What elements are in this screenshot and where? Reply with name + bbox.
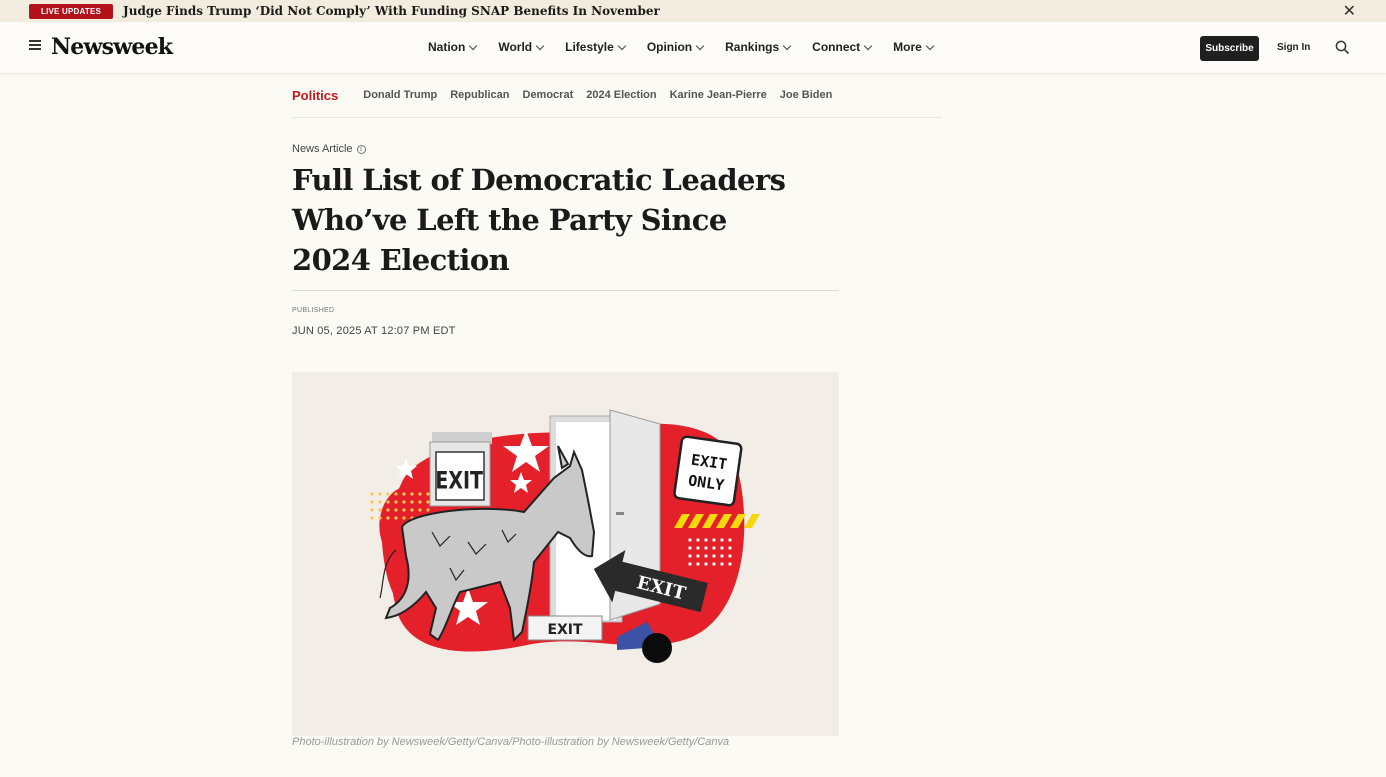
section-link-politics[interactable]: Politics bbox=[292, 88, 338, 103]
nav-item-label: Opinion bbox=[646, 40, 693, 54]
live-updates-badge: LIVE UPDATES bbox=[29, 3, 114, 19]
search-icon[interactable] bbox=[1335, 40, 1349, 54]
chevron-down-icon bbox=[695, 41, 705, 50]
article-title: Full List of Democratic Leaders Who’ve L… bbox=[292, 163, 786, 277]
nav-item-label: Connect bbox=[812, 40, 861, 54]
tag-link[interactable]: Republican bbox=[450, 89, 509, 101]
nav-item-rankings[interactable]: Rankings bbox=[725, 40, 792, 54]
tag-link[interactable]: Karine Jean-Pierre bbox=[670, 89, 767, 101]
article-type-label: News Article i bbox=[292, 143, 366, 155]
site-header: Newsweek Nation World Lifestyle Opinion … bbox=[0, 22, 1386, 74]
nav-item-more[interactable]: More bbox=[893, 40, 935, 54]
nav-item-label: More bbox=[893, 40, 922, 54]
main-nav: Nation World Lifestyle Opinion Rankings … bbox=[428, 40, 955, 54]
tag-link[interactable]: Joe Biden bbox=[780, 89, 833, 101]
svg-text:EXIT: EXIT bbox=[435, 467, 483, 495]
live-headline-link[interactable]: Judge Finds Trump ‘Did Not Comply’ With … bbox=[123, 4, 660, 18]
chevron-down-icon bbox=[863, 41, 873, 50]
published-date: JUN 05, 2025 AT 12:07 PM EDT bbox=[292, 325, 456, 337]
nav-item-opinion[interactable]: Opinion bbox=[646, 40, 705, 54]
nav-item-label: Nation bbox=[428, 40, 466, 54]
menu-icon[interactable] bbox=[29, 40, 41, 50]
subscribe-button[interactable]: Subscribe bbox=[1200, 36, 1259, 61]
nav-item-label: World bbox=[498, 40, 533, 54]
tag-link[interactable]: 2024 Election bbox=[586, 89, 656, 101]
nav-item-nation[interactable]: Nation bbox=[428, 40, 478, 54]
published-label: PUBLISHED bbox=[292, 307, 335, 314]
tag-link[interactable]: Democrat bbox=[523, 89, 574, 101]
tag-link[interactable]: Donald Trump bbox=[363, 89, 437, 101]
chevron-down-icon bbox=[925, 41, 935, 50]
chevron-down-icon bbox=[782, 41, 792, 50]
topic-subnav: Politics Donald Trump Republican Democra… bbox=[292, 88, 942, 118]
live-updates-bar[interactable]: LIVE UPDATES Judge Finds Trump ‘Did Not … bbox=[0, 0, 1386, 22]
floor-exit-text: EXIT bbox=[547, 622, 583, 638]
hero-image: EXIT EXIT ONLY EXIT EXIT bbox=[292, 372, 839, 736]
donkey-exit-illustration: EXIT EXIT ONLY EXIT EXIT bbox=[370, 409, 760, 663]
info-icon[interactable]: i bbox=[356, 144, 366, 154]
chevron-down-icon bbox=[469, 41, 478, 50]
close-icon[interactable]: ✕ bbox=[1343, 1, 1356, 21]
nav-item-lifestyle[interactable]: Lifestyle bbox=[565, 40, 627, 54]
nav-item-label: Rankings bbox=[725, 40, 780, 54]
sign-in-link[interactable]: Sign In bbox=[1277, 42, 1310, 53]
article-type-text: News Article bbox=[292, 143, 353, 155]
chevron-down-icon bbox=[617, 41, 627, 50]
title-divider bbox=[292, 290, 839, 291]
image-caption: Photo-illustration by Newsweek/Getty/Can… bbox=[292, 736, 730, 748]
nav-item-world[interactable]: World bbox=[498, 40, 545, 54]
newsweek-logo[interactable]: Newsweek bbox=[51, 34, 173, 60]
nav-item-label: Lifestyle bbox=[565, 40, 614, 54]
chevron-down-icon bbox=[535, 41, 545, 50]
nav-item-connect[interactable]: Connect bbox=[812, 40, 873, 54]
